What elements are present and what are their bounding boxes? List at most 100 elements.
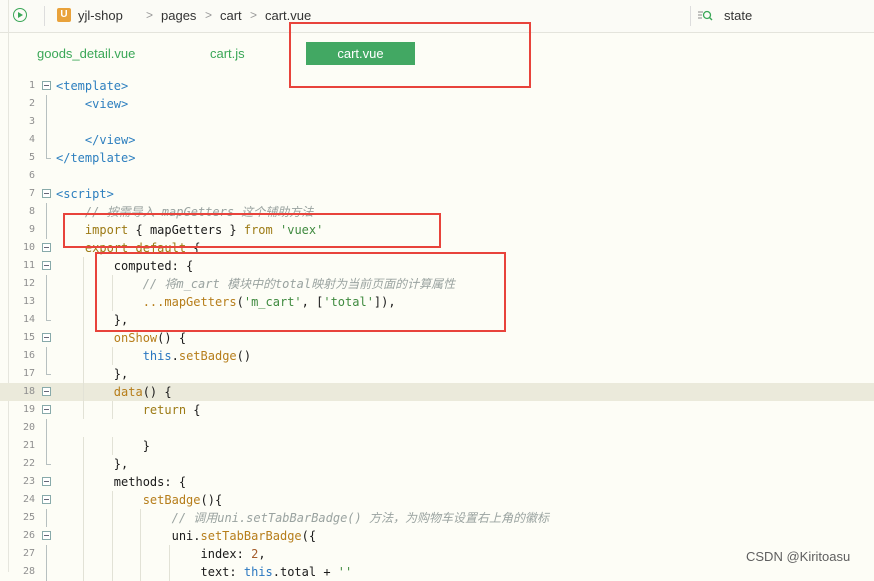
line-number: 13 — [22, 296, 35, 307]
line-number: 26 — [22, 530, 35, 541]
fold-toggle-icon[interactable] — [42, 387, 51, 396]
line-number: 15 — [22, 332, 35, 343]
breadcrumb-item-cart[interactable]: cart — [220, 8, 242, 23]
code-line[interactable]: 18 data() { — [0, 383, 874, 401]
fold-guide — [46, 221, 47, 239]
fold-toggle-icon[interactable] — [42, 531, 51, 540]
fold-guide — [46, 437, 47, 455]
chevron-right-icon: > — [146, 8, 154, 22]
fold-toggle-icon[interactable] — [42, 189, 51, 198]
fold-toggle-icon[interactable] — [42, 333, 51, 342]
line-number: 8 — [28, 206, 35, 217]
code-text: <view> — [84, 97, 129, 111]
annotation-box-computed — [95, 252, 506, 332]
code-line[interactable]: 3 — [0, 113, 874, 131]
fold-guide — [46, 311, 47, 320]
code-text: </view> — [84, 133, 136, 147]
code-line[interactable]: 23 methods: { — [0, 473, 874, 491]
code-line[interactable]: 5 </template> — [0, 149, 874, 167]
fold-guide — [46, 131, 47, 149]
code-line[interactable]: 16 this.setBadge() — [0, 347, 874, 365]
fold-guide — [46, 95, 47, 113]
code-text: }, — [56, 457, 129, 471]
fold-toggle-icon[interactable] — [42, 477, 51, 486]
search-icon[interactable] — [697, 9, 713, 23]
code-text: text: this.total + '' — [56, 565, 353, 579]
code-text: data() { — [113, 385, 172, 399]
fold-guide — [46, 347, 47, 365]
code-line[interactable]: 24 setBadge(){ — [0, 491, 874, 509]
line-number: 25 — [22, 512, 35, 523]
fold-guide — [46, 113, 47, 131]
code-line[interactable]: 6 — [0, 167, 874, 185]
code-text: </template> — [56, 151, 136, 165]
code-line[interactable]: 21 } — [0, 437, 874, 455]
fold-guide — [46, 149, 47, 158]
fold-toggle-icon[interactable] — [42, 81, 51, 90]
code-text: return { — [142, 403, 201, 417]
fold-toggle-icon[interactable] — [42, 405, 51, 414]
line-number: 17 — [22, 368, 35, 379]
code-line[interactable]: 4 </view> — [0, 131, 874, 149]
fold-end — [46, 320, 51, 321]
line-number: 7 — [28, 188, 35, 199]
fold-guide — [46, 365, 47, 374]
code-text: setBadge(){ — [142, 493, 223, 507]
code-line[interactable]: 27 index: 2, — [0, 545, 874, 563]
line-number: 27 — [22, 548, 35, 559]
line-number: 18 — [22, 386, 35, 397]
code-line[interactable]: 22 }, — [0, 455, 874, 473]
code-text: } — [56, 439, 150, 453]
run-icon[interactable] — [13, 8, 27, 22]
chevron-right-icon: > — [250, 8, 258, 22]
code-line[interactable]: 19 return { — [0, 401, 874, 419]
line-number: 4 — [28, 134, 35, 145]
fold-guide — [46, 419, 47, 437]
code-line[interactable]: 20 — [0, 419, 874, 437]
breadcrumb-item-file[interactable]: cart.vue — [265, 8, 311, 23]
code-text: uni.setTabBarBadge({ — [56, 529, 317, 543]
code-line[interactable]: 28 text: this.total + '' — [0, 563, 874, 581]
line-number: 6 — [28, 170, 35, 181]
line-number: 22 — [22, 458, 35, 469]
fold-toggle-icon[interactable] — [42, 243, 51, 252]
line-number: 16 — [22, 350, 35, 361]
code-text: <template> — [56, 79, 129, 93]
line-number: 9 — [28, 224, 35, 235]
fold-guide — [46, 293, 47, 311]
fold-guide — [46, 545, 47, 563]
fold-guide — [46, 509, 47, 527]
fold-guide — [46, 275, 47, 293]
line-number: 20 — [22, 422, 35, 433]
line-number: 2 — [28, 98, 35, 109]
fold-end — [46, 464, 51, 465]
project-icon: U — [57, 8, 71, 22]
tab-cart-js[interactable]: cart.js — [210, 46, 245, 61]
line-number: 23 — [22, 476, 35, 487]
code-line[interactable]: 17 }, — [0, 365, 874, 383]
code-line[interactable]: 25 // 调用uni.setTabBarBadge() 方法，为购物车设置右上… — [0, 509, 874, 527]
annotation-box-tab — [289, 22, 531, 88]
line-number: 1 — [28, 80, 35, 91]
line-number: 11 — [22, 260, 35, 271]
line-number: 14 — [22, 314, 35, 325]
annotation-box-import — [63, 213, 441, 248]
breadcrumb-item-pages[interactable]: pages — [161, 8, 196, 23]
fold-end — [46, 374, 51, 375]
line-number: 10 — [22, 242, 35, 253]
code-text: }, — [56, 367, 129, 381]
line-number: 12 — [22, 278, 35, 289]
line-number: 19 — [22, 404, 35, 415]
line-number: 24 — [22, 494, 35, 505]
code-line[interactable]: 7 <script> — [0, 185, 874, 203]
breadcrumb-item-project[interactable]: yjl-shop — [78, 8, 123, 23]
fold-toggle-icon[interactable] — [42, 261, 51, 270]
watermark: CSDN @Kiritoasu — [746, 549, 851, 564]
code-text: this.setBadge() — [142, 349, 252, 363]
tab-goods-detail[interactable]: goods_detail.vue — [37, 46, 135, 61]
fold-toggle-icon[interactable] — [42, 495, 51, 504]
code-line[interactable]: 26 uni.setTabBarBadge({ — [0, 527, 874, 545]
fold-guide — [46, 455, 47, 464]
symbol-search-text[interactable]: state — [724, 8, 752, 23]
code-line[interactable]: 2 <view> — [0, 95, 874, 113]
